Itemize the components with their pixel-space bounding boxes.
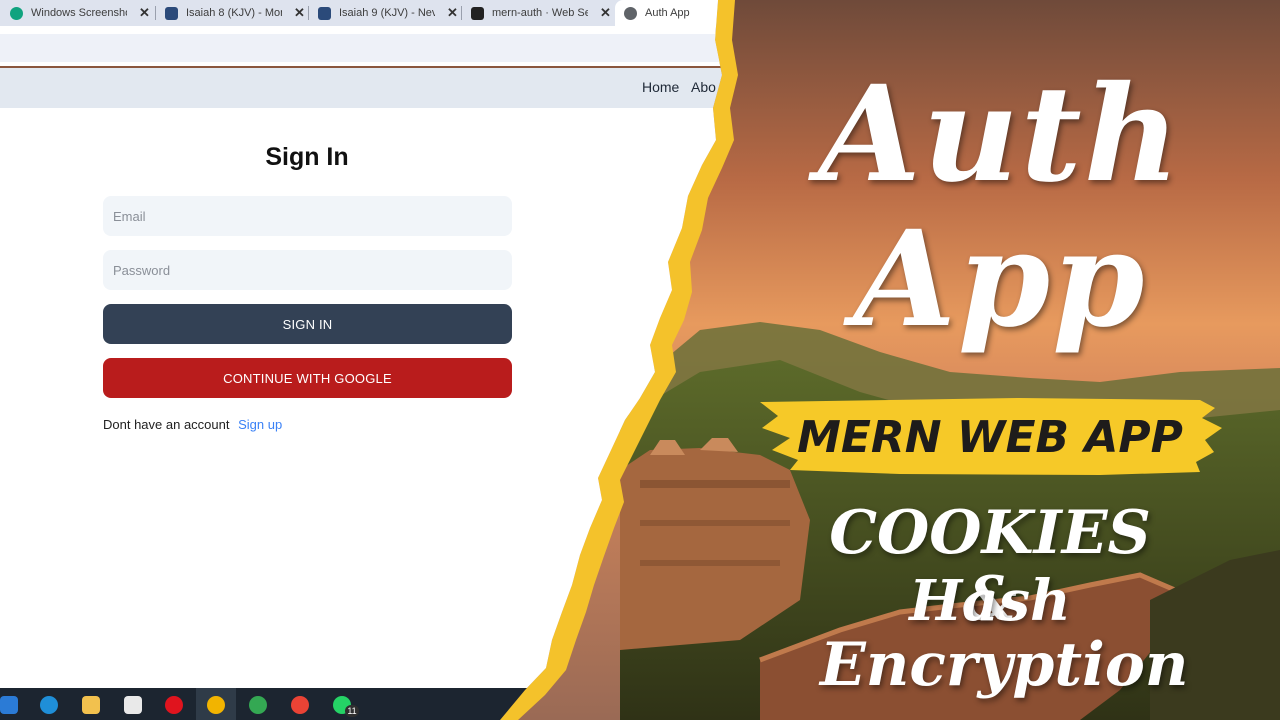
account-prompt-text: Dont have an account — [103, 417, 230, 432]
signup-link[interactable]: Sign up — [238, 417, 282, 432]
bible-icon — [318, 7, 331, 20]
address-bar[interactable] — [0, 34, 720, 62]
close-icon[interactable]: ✕ — [294, 5, 305, 21]
continue-with-google-button[interactable]: CONTINUE WITH GOOGLE — [103, 358, 512, 398]
tab-separator — [461, 6, 462, 20]
password-field[interactable] — [103, 250, 512, 290]
account-prompt-row: Dont have an account Sign up — [103, 417, 282, 432]
nav-home-link[interactable]: Home — [642, 79, 679, 95]
email-field[interactable] — [103, 196, 512, 236]
close-icon[interactable]: ✕ — [447, 5, 458, 21]
tab-title: Isaiah 8 (KJV) - More — [186, 7, 282, 19]
chrome-icon[interactable] — [207, 696, 225, 714]
tab-title: mern-auth · Web Se — [492, 7, 588, 19]
mern-banner-text: MERN WEB APP — [797, 412, 1183, 463]
tab-title: Windows Screenshot — [31, 7, 127, 19]
signin-button[interactable]: SIGN IN — [103, 304, 512, 344]
whatsapp-badge: 11 — [345, 705, 359, 717]
poster-title-app: App — [853, 202, 1147, 357]
signin-title: Sign In — [265, 143, 349, 171]
chatgpt-icon — [10, 7, 23, 20]
tab-mern-auth[interactable]: mern-auth · Web Se ✕ — [471, 0, 611, 26]
edge-icon[interactable] — [40, 696, 58, 714]
close-icon[interactable]: ✕ — [139, 5, 150, 21]
tab-isaiah-8[interactable]: Isaiah 8 (KJV) - More ✕ — [165, 0, 305, 26]
store-icon[interactable] — [124, 696, 142, 714]
globe-icon — [624, 7, 637, 20]
poster-hash-text: Hash — [909, 568, 1071, 634]
tab-separator — [155, 6, 156, 20]
tab-windows-screenshot[interactable]: Windows Screenshot ✕ — [10, 0, 150, 26]
file-explorer-icon[interactable] — [82, 696, 100, 714]
tab-bar: Windows Screenshot ✕ Isaiah 8 (KJV) - Mo… — [0, 0, 760, 26]
site-navbar: Home Abo — [0, 68, 760, 108]
nav-about-link[interactable]: Abo — [691, 79, 716, 95]
poster-encryption-text: Encryption — [820, 630, 1189, 700]
tab-isaiah-9[interactable]: Isaiah 9 (KJV) - Never ✕ — [318, 0, 458, 26]
opera-icon[interactable] — [165, 696, 183, 714]
mail-icon[interactable] — [0, 696, 18, 714]
chrome-icon[interactable] — [291, 696, 309, 714]
render-icon — [471, 7, 484, 20]
bible-icon — [165, 7, 178, 20]
tab-title: Isaiah 9 (KJV) - Never — [339, 7, 435, 19]
browser-toolbar — [0, 26, 760, 66]
tab-separator — [308, 6, 309, 20]
chrome-icon[interactable] — [249, 696, 267, 714]
poster-title-auth: Auth — [818, 57, 1182, 212]
close-icon[interactable]: ✕ — [600, 5, 611, 21]
